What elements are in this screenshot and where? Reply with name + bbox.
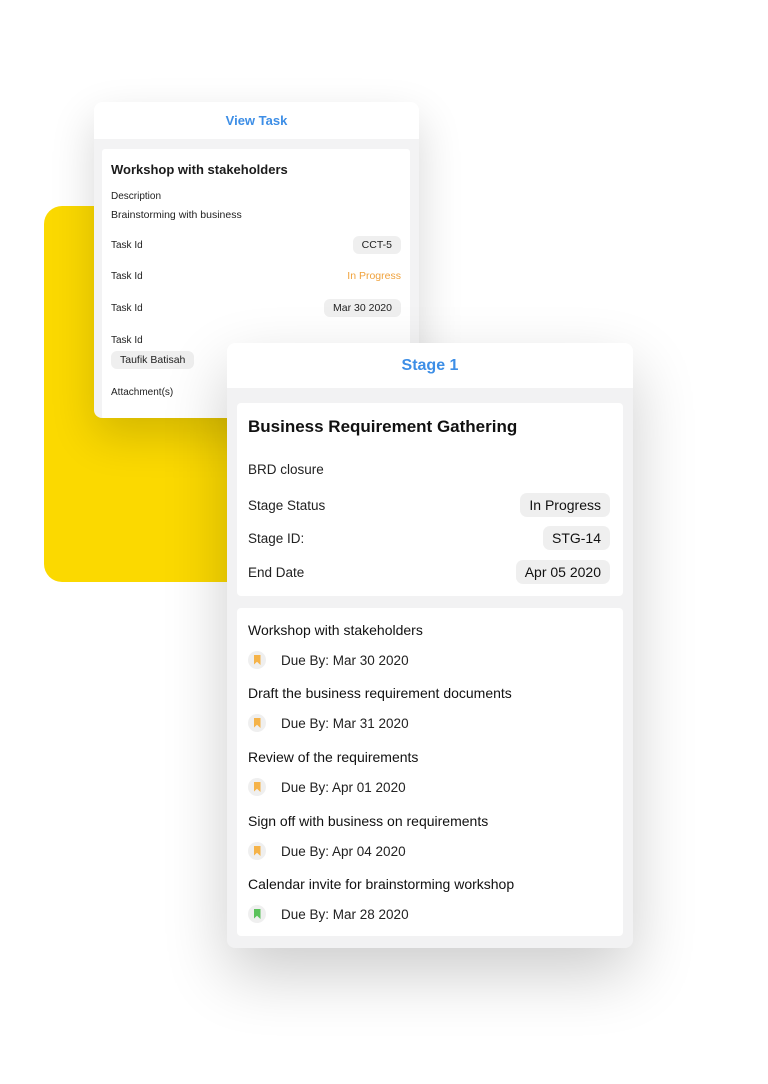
stage-id-label: Stage ID: bbox=[248, 530, 305, 546]
bookmark-shape bbox=[253, 909, 261, 919]
task-status: In Progress bbox=[347, 270, 401, 282]
due-date-text: Due By: Mar 31 2020 bbox=[281, 715, 409, 731]
stage-id-row: Stage ID: STG-14 bbox=[248, 525, 610, 551]
list-item[interactable]: Workshop with stakeholders Due By: Mar 3… bbox=[248, 622, 612, 678]
task-due-date-badge: Mar 30 2020 bbox=[324, 299, 401, 317]
end-date-badge: Apr 05 2020 bbox=[515, 560, 610, 584]
stage-subtitle: BRD closure bbox=[248, 462, 324, 477]
stage-id-badge: STG-14 bbox=[542, 526, 610, 550]
stage-status-label: Stage Status bbox=[248, 497, 326, 513]
task-date-row: Task Id Mar 30 2020 bbox=[111, 298, 401, 318]
task-item-title: Workshop with stakeholders bbox=[248, 622, 423, 638]
due-date-text: Due By: Apr 04 2020 bbox=[281, 843, 406, 859]
list-item[interactable]: Sign off with business on requirements D… bbox=[248, 813, 612, 869]
bookmark-icon bbox=[248, 714, 266, 732]
bookmark-icon bbox=[248, 778, 266, 796]
stage-status-row: Stage Status In Progress bbox=[248, 492, 610, 518]
task-item-due: Due By: Apr 04 2020 bbox=[248, 842, 406, 860]
stage-header: Stage 1 bbox=[227, 343, 633, 388]
description-text: Brainstorming with business bbox=[111, 209, 242, 221]
stage-card: Stage 1 Business Requirement Gathering B… bbox=[227, 343, 633, 948]
due-date-text: Due By: Apr 01 2020 bbox=[281, 779, 406, 795]
view-task-header: View Task bbox=[94, 102, 419, 139]
assignee-name: Taufik Batisah bbox=[111, 351, 195, 369]
bookmark-icon bbox=[248, 905, 266, 923]
stage-title: Business Requirement Gathering bbox=[248, 417, 518, 436]
task-item-title: Review of the requirements bbox=[248, 749, 419, 765]
task-row-label: Task Id bbox=[111, 239, 143, 251]
task-item-due: Due By: Mar 31 2020 bbox=[248, 714, 409, 732]
due-date-text: Due By: Mar 28 2020 bbox=[281, 906, 409, 922]
task-item-due: Due By: Mar 28 2020 bbox=[248, 905, 409, 923]
bookmark-shape bbox=[253, 846, 261, 856]
task-item-due: Due By: Apr 01 2020 bbox=[248, 778, 406, 796]
bookmark-shape bbox=[253, 655, 261, 665]
list-item[interactable]: Review of the requirements Due By: Apr 0… bbox=[248, 749, 612, 805]
end-date-row: End Date Apr 05 2020 bbox=[248, 559, 610, 585]
assignee-chip[interactable]: Taufik Batisah bbox=[111, 350, 195, 369]
task-item-title: Draft the business requirement documents bbox=[248, 685, 512, 701]
task-row-label: Task Id bbox=[111, 334, 143, 346]
stage-summary: Business Requirement Gathering BRD closu… bbox=[237, 403, 623, 596]
task-item-due: Due By: Mar 30 2020 bbox=[248, 651, 409, 669]
task-item-title: Calendar invite for brainstorming worksh… bbox=[248, 876, 515, 892]
bookmark-shape bbox=[253, 718, 261, 728]
stage-status-badge: In Progress bbox=[520, 493, 610, 517]
stage-task-list: Workshop with stakeholders Due By: Mar 3… bbox=[237, 608, 623, 936]
bookmark-icon bbox=[248, 651, 266, 669]
list-item[interactable]: Draft the business requirement documents… bbox=[248, 685, 612, 741]
due-date-text: Due By: Mar 30 2020 bbox=[281, 652, 409, 668]
task-title: Workshop with stakeholders bbox=[111, 162, 288, 177]
task-item-title: Sign off with business on requirements bbox=[248, 813, 489, 829]
task-id-badge: CCT-5 bbox=[352, 236, 401, 254]
task-status-row: Task Id In Progress bbox=[111, 266, 401, 286]
attachments-label: Attachment(s) bbox=[111, 387, 174, 398]
bookmark-icon bbox=[248, 842, 266, 860]
end-date-label: End Date bbox=[248, 564, 305, 580]
task-row-label: Task Id bbox=[111, 302, 143, 314]
bookmark-shape bbox=[253, 782, 261, 792]
description-label: Description bbox=[111, 191, 162, 202]
task-id-row: Task Id CCT-5 bbox=[111, 235, 401, 255]
task-row-label: Task Id bbox=[111, 270, 143, 282]
list-item[interactable]: Calendar invite for brainstorming worksh… bbox=[248, 876, 612, 932]
